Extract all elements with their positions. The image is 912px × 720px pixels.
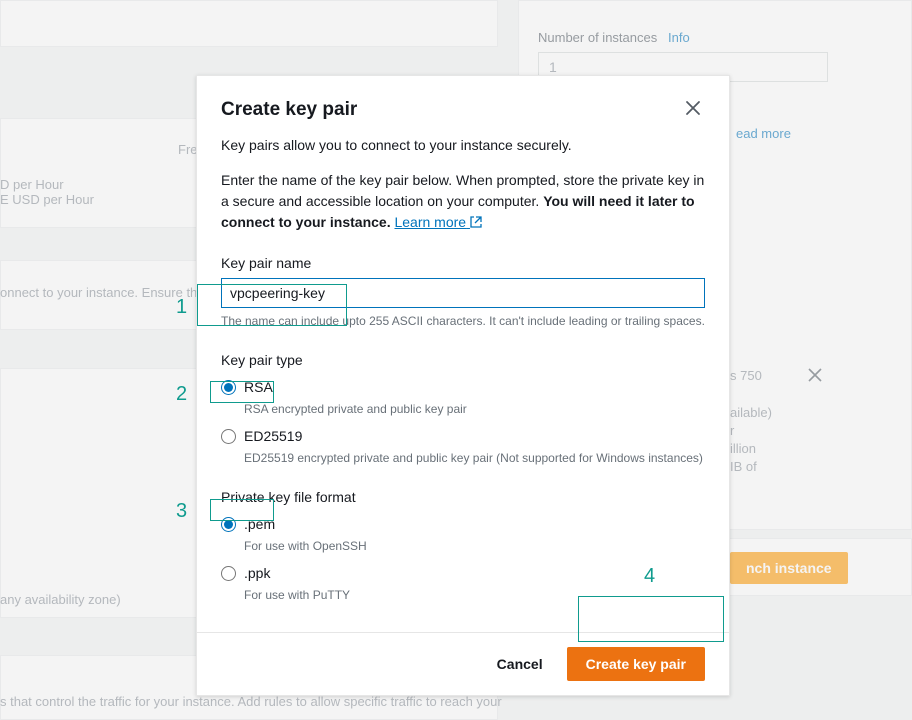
radio-ed25519[interactable] bbox=[221, 429, 236, 444]
close-icon bbox=[685, 100, 701, 116]
create-key-pair-modal: Create key pair Key pairs allow you to c… bbox=[196, 75, 730, 696]
modal-intro: Key pairs allow you to connect to your i… bbox=[221, 135, 705, 156]
key-pair-type-label: Key pair type bbox=[221, 350, 705, 371]
create-key-pair-button[interactable]: Create key pair bbox=[567, 647, 705, 681]
key-format-label: Private key file format bbox=[221, 487, 705, 508]
cancel-button[interactable]: Cancel bbox=[485, 648, 555, 680]
radio-rsa[interactable] bbox=[221, 380, 236, 395]
key-pair-name-input[interactable] bbox=[221, 278, 705, 308]
radio-ppk-label[interactable]: .ppk bbox=[244, 563, 270, 584]
radio-pem[interactable] bbox=[221, 517, 236, 532]
radio-ppk-desc: For use with PuTTY bbox=[244, 586, 705, 604]
key-pair-name-label: Key pair name bbox=[221, 253, 705, 274]
learn-more-link[interactable]: Learn more bbox=[394, 214, 481, 230]
radio-ppk[interactable] bbox=[221, 566, 236, 581]
key-pair-name-helper: The name can include upto 255 ASCII char… bbox=[221, 312, 705, 330]
modal-title: Create key pair bbox=[221, 99, 357, 121]
radio-rsa-desc: RSA encrypted private and public key pai… bbox=[244, 400, 705, 418]
radio-pem-desc: For use with OpenSSH bbox=[244, 537, 705, 555]
radio-rsa-label[interactable]: RSA bbox=[244, 377, 273, 398]
radio-ed25519-label[interactable]: ED25519 bbox=[244, 426, 302, 447]
external-link-icon bbox=[470, 216, 482, 228]
modal-instructions: Enter the name of the key pair below. Wh… bbox=[221, 170, 705, 233]
radio-pem-label[interactable]: .pem bbox=[244, 514, 275, 535]
modal-close-button[interactable] bbox=[681, 96, 705, 123]
radio-ed25519-desc: ED25519 encrypted private and public key… bbox=[244, 449, 705, 467]
